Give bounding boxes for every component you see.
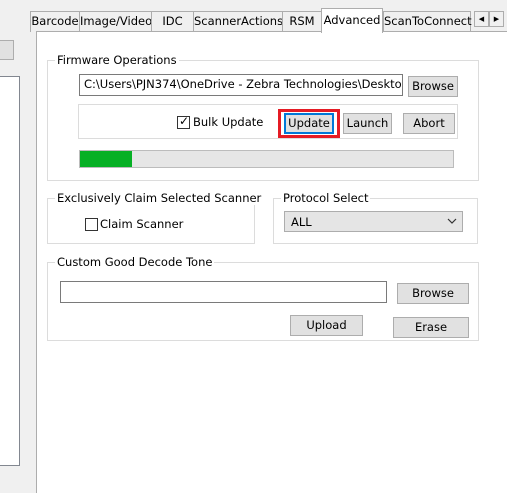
firmware-operations-group: Firmware Operations C:\Users\PJN374\OneD… [47, 53, 479, 181]
launch-button[interactable]: Launch [343, 113, 392, 134]
firmware-actions-panel: ✓ Bulk Update Update Launch Abort [78, 104, 458, 139]
protocol-select-group: Protocol Select ALL [273, 191, 478, 244]
tab-rsm[interactable]: RSM [282, 11, 322, 32]
tab-scroll-right-button[interactable]: ▶ [489, 11, 504, 27]
left-panel-button[interactable] [0, 40, 14, 60]
tab-scanner-actions[interactable]: ScannerActions [193, 11, 283, 32]
list-item-fragment: e [0, 122, 5, 130]
abort-button[interactable]: Abort [403, 113, 455, 134]
claim-scanner-title: Exclusively Claim Selected Scanner [55, 191, 264, 205]
tab-advanced[interactable]: Advanced [321, 8, 383, 33]
firmware-progress-bar [79, 150, 454, 168]
update-button[interactable]: Update [284, 113, 334, 134]
decode-tone-browse-button[interactable]: Browse [397, 283, 469, 304]
claim-scanner-checkbox[interactable] [85, 218, 98, 231]
tab-idc[interactable]: IDC [151, 11, 194, 32]
chevron-left-icon: ◀ [478, 15, 485, 23]
bulk-update-label: Bulk Update [193, 115, 264, 129]
tab-strip: Barcode Image/Video IDC ScannerActions R… [30, 7, 506, 33]
upload-button[interactable]: Upload [290, 315, 363, 336]
tab-scroll-left-button[interactable]: ◀ [474, 11, 489, 27]
bulk-update-checkbox[interactable]: ✓ [177, 114, 190, 129]
firmware-progress-fill [80, 151, 133, 167]
advanced-tab-page: Firmware Operations C:\Users\PJN374\OneD… [36, 31, 507, 493]
chevron-down-icon [447, 218, 457, 224]
firmware-operations-title: Firmware Operations [55, 53, 179, 67]
claim-scanner-label: Claim Scanner [100, 217, 184, 231]
firmware-path-field[interactable]: C:\Users\PJN374\OneDrive - Zebra Technol… [79, 74, 403, 96]
tab-scan-to-connect[interactable]: ScanToConnect [383, 11, 472, 32]
claim-scanner-group: Exclusively Claim Selected Scanner Claim… [47, 191, 264, 244]
tab-barcode[interactable]: Barcode [30, 11, 80, 32]
protocol-selected-value: ALL [291, 215, 312, 229]
erase-button[interactable]: Erase [393, 317, 469, 338]
decode-tone-title: Custom Good Decode Tone [55, 255, 215, 269]
firmware-browse-button[interactable]: Browse [408, 76, 458, 97]
chevron-right-icon: ▶ [493, 15, 500, 23]
tab-image-video[interactable]: Image/Video [79, 11, 152, 32]
checkmark-icon: ✓ [179, 114, 190, 128]
decode-tone-group: Custom Good Decode Tone Browse Upload Er… [47, 255, 479, 341]
decode-tone-path-field[interactable] [60, 281, 387, 303]
left-panel-list[interactable]: e c e [0, 76, 20, 466]
protocol-select-dropdown[interactable]: ALL [284, 211, 463, 232]
list-item-fragment: e [0, 84, 5, 92]
tab-scroll-arrows: ◀ ▶ [474, 11, 504, 27]
list-item-fragment: c [0, 106, 5, 114]
protocol-select-title: Protocol Select [281, 191, 371, 205]
